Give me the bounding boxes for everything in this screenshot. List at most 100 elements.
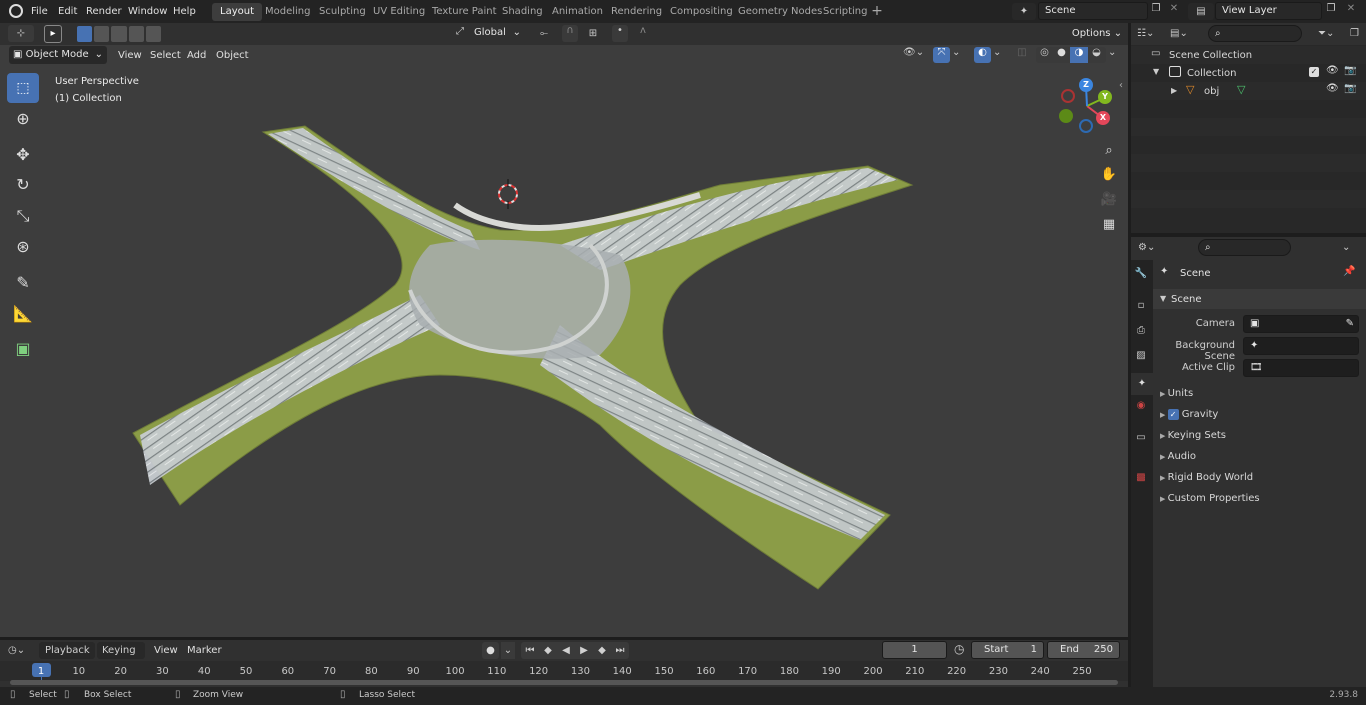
view-layer-field[interactable]: View Layer — [1215, 2, 1322, 20]
editor-type-icon[interactable]: ⊹ — [8, 25, 34, 42]
tab-layout[interactable]: Layout — [212, 3, 262, 21]
zoom-icon[interactable]: ⌕ — [1099, 143, 1119, 163]
tab-rendering[interactable]: Rendering — [603, 3, 670, 21]
tab-shading[interactable]: Shading — [494, 3, 551, 21]
gizmo-y-icon[interactable]: Y — [1098, 90, 1112, 104]
transform-orientation-dropdown[interactable]: Global ⌄ — [470, 25, 524, 43]
menu-window[interactable]: Window — [128, 4, 167, 19]
properties-options-icon[interactable]: ⌄ — [1342, 239, 1358, 256]
move-tool[interactable]: ✥ — [7, 140, 39, 170]
jump-end-icon[interactable]: ⏭ — [611, 642, 629, 659]
select-box-tool[interactable]: ⬚ — [7, 73, 39, 103]
view-layer-selector-icon[interactable]: ▤ — [1188, 3, 1214, 20]
delete-view-layer-icon[interactable]: ✕ — [1344, 3, 1358, 19]
overlays-toggle-icon[interactable]: ◐ — [974, 47, 991, 63]
camera-icon[interactable]: 📷 — [1344, 65, 1356, 76]
tab-scripting[interactable]: Scripting — [815, 3, 875, 21]
menu-file[interactable]: File — [31, 4, 48, 19]
gizmo-dropdown-icon[interactable]: ⌄ — [952, 47, 964, 63]
playback-controls[interactable]: ⏮ ◆ ◀ ▶ ◆ ⏭ — [521, 642, 629, 659]
menu-edit[interactable]: Edit — [58, 4, 77, 19]
outliner-editor-icon[interactable]: ☷⌄ — [1137, 25, 1165, 42]
mode-invert-icon[interactable] — [128, 26, 144, 42]
delete-scene-icon[interactable]: ✕ — [1167, 3, 1181, 19]
tab-animation[interactable]: Animation — [544, 3, 611, 21]
pan-hand-icon[interactable]: ✋ — [1099, 167, 1119, 187]
timeline-editor-icon[interactable]: ◷⌄ — [8, 642, 34, 659]
scene-name-field[interactable]: Scene — [1038, 2, 1148, 20]
rendered-shading-icon[interactable]: ◒ — [1088, 47, 1105, 63]
proportional-edit-icon[interactable]: • — [612, 25, 628, 42]
tab-texture-paint[interactable]: Texture Paint — [424, 3, 505, 21]
eyedropper-icon[interactable]: ✎ — [1346, 316, 1354, 332]
scene-selector-icon[interactable]: ✦ — [1012, 3, 1036, 20]
gravity-checkbox[interactable]: ✓ — [1167, 408, 1179, 420]
navigation-gizmo[interactable]: Z Y X — [1058, 77, 1116, 135]
camera-view-icon[interactable]: 🎥 — [1099, 192, 1119, 212]
pivot-point-icon[interactable]: ⟜ — [531, 25, 557, 42]
mode-intersect-icon[interactable] — [145, 26, 162, 42]
mode-dropdown[interactable]: ▣ Object Mode ⌄ — [9, 46, 107, 64]
viewport-menu-object[interactable]: Object — [216, 48, 249, 63]
add-workspace-icon[interactable]: + — [870, 4, 884, 18]
cursor-tool[interactable]: ⊕ — [7, 104, 39, 134]
visibility-icon[interactable]: 👁⌄ — [903, 47, 929, 63]
mode-subtract-icon[interactable] — [111, 26, 127, 42]
scene-tab-icon[interactable]: ✦ — [1131, 373, 1153, 395]
new-scene-icon[interactable]: ❐ — [1149, 3, 1163, 19]
texture-tab-icon[interactable]: ▩ — [1133, 472, 1149, 488]
tab-modeling[interactable]: Modeling — [257, 3, 319, 21]
interchange-model[interactable] — [0, 45, 1128, 637]
gizmo-x-icon[interactable]: X — [1096, 111, 1110, 125]
play-reverse-icon[interactable]: ◀ — [557, 642, 575, 659]
solid-shading-icon[interactable]: ● — [1053, 47, 1070, 63]
new-view-layer-icon[interactable]: ❐ — [1324, 3, 1338, 19]
shading-dropdown-icon[interactable]: ⌄ — [1108, 47, 1120, 63]
use-preview-range-icon[interactable]: ◷ — [954, 642, 964, 656]
display-mode-icon[interactable]: ▤⌄ — [1170, 25, 1198, 42]
start-frame-field[interactable]: Start 1 — [971, 641, 1044, 659]
background-scene-field[interactable]: ✦ — [1243, 337, 1359, 355]
record-options-icon[interactable]: ⌄ — [501, 642, 515, 659]
3d-cursor-icon[interactable] — [498, 179, 518, 209]
properties-search-input[interactable]: ⌕ — [1198, 239, 1291, 256]
scale-tool[interactable]: ⤡ — [7, 201, 39, 231]
mode-extend-icon[interactable] — [94, 26, 110, 42]
timeline-menu-playback[interactable]: Playback ⌄ — [39, 642, 95, 673]
viewport-menu-view[interactable]: View — [118, 48, 142, 63]
outliner-search-input[interactable]: ⌕ — [1208, 25, 1302, 42]
prev-keyframe-icon[interactable]: ◆ — [539, 642, 557, 659]
annotate-tool[interactable]: ✎ — [7, 268, 39, 298]
material-shading-icon[interactable]: ◑ — [1070, 47, 1088, 63]
end-frame-field[interactable]: End 250 — [1047, 641, 1120, 659]
active-clip-field[interactable]: 🎞 — [1243, 359, 1359, 377]
xray-toggle-icon[interactable]: ◫ — [1014, 47, 1030, 63]
tab-uv-editing[interactable]: UV Editing — [365, 3, 433, 21]
shading-buttons[interactable]: ◎ ● ◑ ◒ — [1036, 47, 1106, 63]
object-eye-icon[interactable]: 👁 — [1326, 83, 1339, 94]
current-frame-field[interactable]: 1 — [882, 641, 947, 659]
transform-tool[interactable]: ⊛ — [7, 232, 39, 262]
output-tab-icon[interactable]: ⎙ — [1133, 325, 1149, 341]
keying-sets-panel[interactable]: ▶ Keying Sets — [1160, 426, 1360, 446]
properties-editor-icon[interactable]: ⚙⌄ — [1138, 239, 1166, 256]
falloff-icon[interactable]: ʌ — [630, 25, 656, 42]
next-keyframe-icon[interactable]: ◆ — [593, 642, 611, 659]
ortho-toggle-icon[interactable]: ▦ — [1099, 217, 1119, 237]
blender-logo-icon[interactable] — [9, 4, 23, 18]
menu-render[interactable]: Render — [86, 4, 122, 19]
add-cube-tool[interactable]: ▣ — [7, 334, 39, 364]
render-tab-icon[interactable]: ▫ — [1133, 300, 1149, 316]
wireframe-shading-icon[interactable]: ◎ — [1036, 47, 1053, 63]
select-mode-buttons[interactable] — [77, 26, 162, 42]
world-tab-icon[interactable]: ◉ — [1133, 400, 1149, 416]
timeline-menu-keying[interactable]: Keying ⌄ — [97, 642, 145, 673]
gizmo-neg-y-icon[interactable] — [1059, 109, 1073, 123]
timeline-scrollbar[interactable] — [10, 680, 1118, 685]
snap-target-icon[interactable]: ⊞ — [580, 25, 606, 42]
gravity-panel[interactable]: ▶ ✓ Gravity — [1160, 405, 1360, 425]
audio-panel[interactable]: ▶ Audio — [1160, 447, 1360, 467]
viewport-menu-add[interactable]: Add — [187, 48, 206, 63]
jump-start-icon[interactable]: ⏮ — [521, 642, 539, 659]
gizmo-neg-x-icon[interactable] — [1061, 89, 1075, 103]
